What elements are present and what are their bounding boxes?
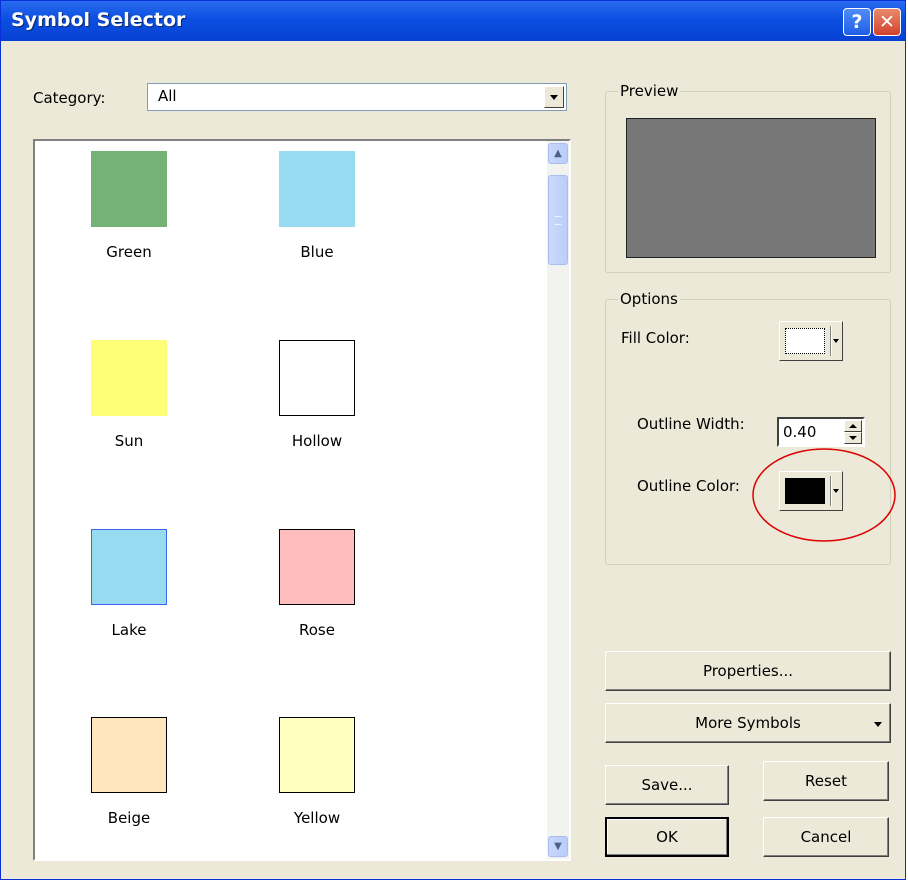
symbol-name: Sun bbox=[114, 432, 144, 450]
symbol-name: Rose bbox=[299, 621, 335, 639]
symbol-item[interactable]: Beige bbox=[59, 717, 199, 827]
chevron-down-icon bbox=[874, 722, 882, 727]
symbol-item[interactable]: Lake bbox=[59, 529, 199, 639]
outline-width-value[interactable]: 0.40 bbox=[783, 423, 816, 441]
reset-button[interactable]: Reset bbox=[763, 761, 889, 801]
symbol-swatch bbox=[279, 529, 355, 605]
symbol-name: Blue bbox=[300, 243, 334, 261]
window-title: Symbol Selector bbox=[11, 9, 186, 31]
scroll-thumb[interactable] bbox=[548, 175, 568, 265]
more-symbols-button[interactable]: More Symbols bbox=[605, 703, 891, 743]
more-symbols-label: More Symbols bbox=[695, 714, 801, 732]
chevron-down-icon bbox=[833, 339, 839, 343]
fill-color-button[interactable] bbox=[779, 321, 843, 361]
options-title: Options bbox=[618, 290, 680, 308]
symbol-list[interactable]: Green Blue Sun Hollow Lake Rose Beige Ye… bbox=[33, 139, 571, 861]
fill-color-swatch bbox=[785, 328, 825, 354]
category-value: All bbox=[158, 87, 177, 105]
preview-group: Preview bbox=[605, 82, 891, 273]
symbol-swatch bbox=[279, 151, 355, 227]
symbol-swatch bbox=[91, 151, 167, 227]
spin-up-icon[interactable] bbox=[844, 420, 862, 432]
symbol-swatch bbox=[279, 717, 355, 793]
symbol-item[interactable]: Hollow bbox=[247, 340, 387, 450]
symbol-name: Yellow bbox=[293, 809, 341, 827]
symbol-swatch bbox=[91, 529, 167, 605]
fill-color-label: Fill Color: bbox=[621, 329, 690, 347]
scroll-up-icon[interactable]: ▲ bbox=[548, 143, 568, 164]
scroll-down-icon[interactable]: ▼ bbox=[548, 836, 568, 857]
symbol-selector-dialog: Symbol Selector ? ✕ Category: All Green … bbox=[0, 0, 906, 880]
symbol-name: Beige bbox=[107, 809, 151, 827]
ok-button[interactable]: OK bbox=[605, 817, 729, 857]
symbol-name: Lake bbox=[111, 621, 147, 639]
cancel-button[interactable]: Cancel bbox=[763, 817, 889, 857]
outline-color-label: Outline Color: bbox=[637, 477, 740, 495]
symbol-swatch bbox=[91, 340, 167, 416]
outline-width-label: Outline Width: bbox=[637, 415, 745, 433]
spin-down-icon[interactable] bbox=[844, 432, 862, 444]
symbol-item[interactable]: Sun bbox=[59, 340, 199, 450]
chevron-down-icon[interactable] bbox=[544, 86, 564, 108]
close-icon[interactable]: ✕ bbox=[873, 8, 901, 36]
preview-title: Preview bbox=[618, 82, 681, 100]
category-dropdown[interactable]: All bbox=[147, 83, 567, 111]
properties-button[interactable]: Properties... bbox=[605, 651, 891, 691]
symbol-item[interactable]: Rose bbox=[247, 529, 387, 639]
symbol-name: Hollow bbox=[291, 432, 343, 450]
outline-width-stepper[interactable]: 0.40 bbox=[777, 417, 865, 447]
vertical-scrollbar[interactable]: ▲ ▼ bbox=[547, 141, 569, 859]
symbol-swatch bbox=[279, 340, 355, 416]
symbol-item[interactable]: Green bbox=[59, 151, 199, 261]
highlight-circle bbox=[752, 448, 896, 542]
symbol-swatch bbox=[91, 717, 167, 793]
category-label: Category: bbox=[33, 89, 106, 107]
symbol-grid: Green Blue Sun Hollow Lake Rose Beige Ye… bbox=[35, 141, 543, 859]
symbol-item[interactable]: Blue bbox=[247, 151, 387, 261]
preview-swatch bbox=[626, 118, 876, 258]
help-icon[interactable]: ? bbox=[843, 8, 871, 36]
title-bar[interactable]: Symbol Selector ? ✕ bbox=[1, 1, 905, 41]
symbol-item[interactable]: Yellow bbox=[247, 717, 387, 827]
save-button[interactable]: Save... bbox=[605, 765, 729, 805]
symbol-name: Green bbox=[106, 243, 152, 261]
